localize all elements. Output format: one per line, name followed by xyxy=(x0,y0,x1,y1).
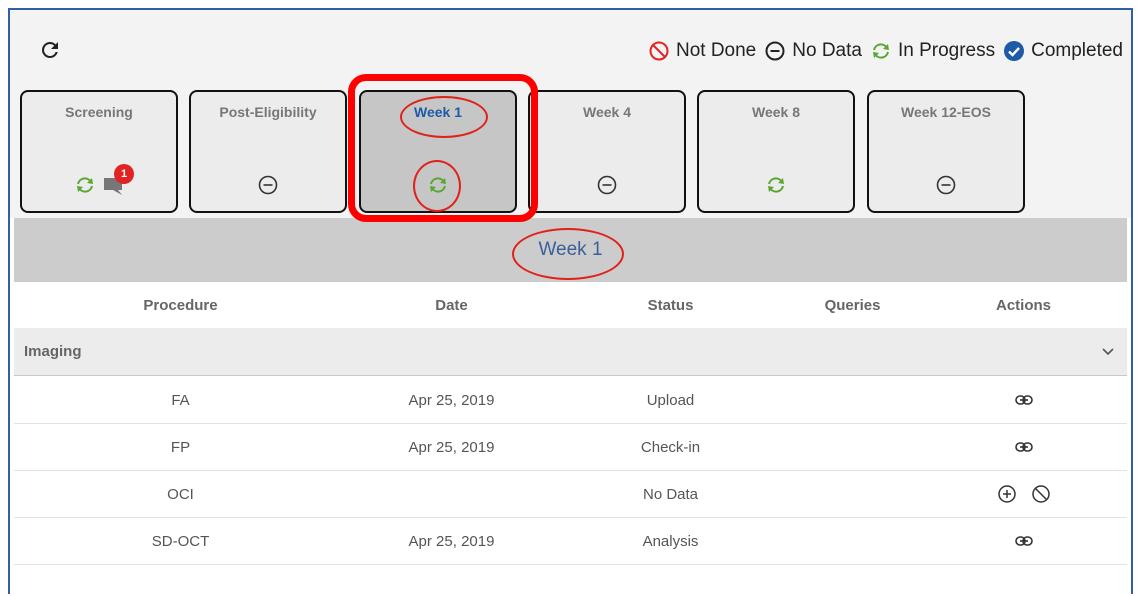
no-data-icon xyxy=(258,175,278,195)
date-cell: Apr 25, 2019 xyxy=(408,438,495,456)
column-header-procedure: Procedure xyxy=(143,296,218,314)
legend-not-done: Not Done xyxy=(648,40,756,62)
no-data-icon xyxy=(936,175,956,195)
step-week-1[interactable]: Week 1 xyxy=(359,90,517,213)
step-label: Week 4 xyxy=(583,104,631,120)
procedure-cell: FP xyxy=(170,438,191,456)
step-week-4[interactable]: Week 4 xyxy=(528,90,686,213)
status-cell: Check-in xyxy=(640,438,701,456)
not-done-icon xyxy=(649,41,669,61)
date-cell: Apr 25, 2019 xyxy=(408,391,495,409)
no-data-icon xyxy=(765,41,785,61)
visit-steps: Screening 1 Post-Eligibility Week 1 Week… xyxy=(10,90,1131,218)
comments-indicator[interactable]: 1 xyxy=(102,164,134,196)
actions-cell xyxy=(920,484,1127,504)
table-row: SD-OCT Apr 25, 2019 Analysis xyxy=(14,518,1127,565)
legend-in-progress-label: In Progress xyxy=(897,40,996,61)
step-label: Week 12-EOS xyxy=(900,104,991,120)
step-label: Post-Eligibility xyxy=(219,104,317,120)
group-label: Imaging xyxy=(24,343,82,360)
group-row-imaging[interactable]: Imaging xyxy=(14,328,1127,376)
legend-completed-label: Completed xyxy=(1031,40,1123,61)
step-post-eligibility[interactable]: Post-Eligibility xyxy=(189,90,347,213)
link-icon[interactable] xyxy=(1014,437,1034,457)
status-cell: Analysis xyxy=(642,532,699,550)
step-screening[interactable]: Screening 1 xyxy=(20,90,178,213)
step-label: Week 1 xyxy=(414,104,462,120)
link-icon[interactable] xyxy=(1014,390,1034,410)
refresh-icon[interactable] xyxy=(38,38,62,62)
plus-circle-icon[interactable] xyxy=(997,484,1017,504)
toolbar: Not Done No Data In Progress Completed xyxy=(10,10,1131,90)
status-cell: No Data xyxy=(642,485,699,503)
actions-cell xyxy=(920,531,1127,551)
column-header-date: Date xyxy=(435,296,468,314)
status-legend: Not Done No Data In Progress Completed xyxy=(640,40,1123,62)
procedure-cell: SD-OCT xyxy=(151,532,210,550)
selected-week-title: Week 1 xyxy=(538,239,603,260)
step-week-8[interactable]: Week 8 xyxy=(697,90,855,213)
actions-cell xyxy=(920,390,1127,410)
completed-icon xyxy=(1004,41,1025,61)
legend-completed: Completed xyxy=(1003,40,1123,62)
step-label: Week 8 xyxy=(752,104,800,120)
comment-count-badge: 1 xyxy=(114,164,134,184)
legend-not-done-label: Not Done xyxy=(675,40,757,61)
legend-no-data: No Data xyxy=(764,40,862,62)
status-cell: Upload xyxy=(646,391,695,409)
legend-no-data-label: No Data xyxy=(792,40,862,61)
selected-week-header: Week 1 xyxy=(14,218,1127,282)
procedure-cell: FA xyxy=(171,391,190,409)
in-progress-icon xyxy=(872,43,889,59)
table-header: Procedure Date Status Queries Actions xyxy=(14,282,1127,328)
procedure-list: FA Apr 25, 2019 Upload FP Apr 25, 2019 C… xyxy=(14,377,1127,565)
table-row: OCI No Data xyxy=(14,471,1127,518)
not-done-icon[interactable] xyxy=(1031,484,1051,504)
step-label: Screening xyxy=(65,104,133,120)
column-header-queries: Queries xyxy=(824,296,881,314)
date-cell: Apr 25, 2019 xyxy=(408,532,495,550)
column-header-actions: Actions xyxy=(995,296,1051,314)
chevron-down-icon[interactable] xyxy=(1099,342,1117,360)
table-row: FP Apr 25, 2019 Check-in xyxy=(14,424,1127,471)
app-frame: Not Done No Data In Progress Completed S… xyxy=(8,8,1133,594)
step-week-12-eos[interactable]: Week 12-EOS xyxy=(867,90,1025,213)
in-progress-icon xyxy=(77,177,93,193)
actions-cell xyxy=(920,437,1127,457)
in-progress-icon xyxy=(768,177,784,193)
legend-in-progress: In Progress xyxy=(870,40,995,62)
procedure-cell: OCI xyxy=(167,485,194,503)
column-header-status: Status xyxy=(647,296,694,314)
table-row: FA Apr 25, 2019 Upload xyxy=(14,377,1127,424)
no-data-icon xyxy=(597,175,617,195)
in-progress-icon xyxy=(430,177,446,193)
link-icon[interactable] xyxy=(1014,531,1034,551)
